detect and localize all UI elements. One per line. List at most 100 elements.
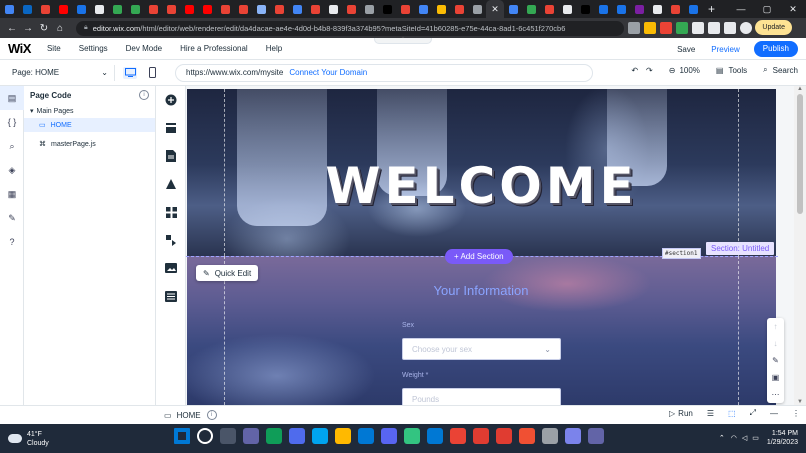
weather-widget[interactable]: 41°F Cloudy: [8, 430, 49, 448]
battery-icon[interactable]: ▭: [752, 434, 759, 442]
move-down-icon[interactable]: ↓: [774, 339, 778, 348]
welcome-heading[interactable]: WELCOME: [187, 157, 776, 215]
browser-tab[interactable]: [306, 0, 324, 18]
quick-edit-button[interactable]: ✎ Quick Edit: [196, 265, 258, 281]
tools-button[interactable]: ▤ Tools: [716, 66, 747, 75]
wifi-icon[interactable]: ◠: [731, 434, 737, 442]
taskbar-app-icon[interactable]: [312, 428, 328, 444]
browser-tab[interactable]: [54, 0, 72, 18]
taskbar-app-icon[interactable]: [473, 428, 489, 444]
code-braces-icon[interactable]: { }: [0, 110, 24, 134]
main-pages-group[interactable]: ▾ Main Pages: [24, 104, 155, 118]
taskbar-app-icon[interactable]: [496, 428, 512, 444]
browser-tab[interactable]: [252, 0, 270, 18]
browser-tab[interactable]: [216, 0, 234, 18]
minimize-panel-icon[interactable]: —: [770, 409, 778, 418]
browser-tab[interactable]: [288, 0, 306, 18]
browser-tab[interactable]: [126, 0, 144, 18]
information-section[interactable]: [187, 256, 776, 405]
hero-section[interactable]: WELCOME: [187, 89, 776, 256]
weight-input[interactable]: Pounds: [402, 388, 561, 405]
pages-menu-icon[interactable]: [156, 142, 186, 170]
browser-tab[interactable]: [684, 0, 702, 18]
home-icon[interactable]: ⌂: [52, 23, 68, 34]
browser-tab[interactable]: [468, 0, 486, 18]
save-button[interactable]: Save: [677, 45, 695, 54]
collapse-toolbar-handle[interactable]: ⌃: [374, 37, 432, 44]
wix-menu-item[interactable]: Dev Mode: [126, 44, 162, 53]
business-tools-icon[interactable]: [156, 226, 186, 254]
share-icon[interactable]: [628, 22, 640, 34]
desktop-view-icon[interactable]: [123, 66, 137, 79]
extension-icon[interactable]: [660, 22, 672, 34]
browser-tab[interactable]: [360, 0, 378, 18]
undo-icon[interactable]: ↶: [631, 66, 638, 75]
taskbar-app-icon[interactable]: [381, 428, 397, 444]
connect-domain-link[interactable]: Connect Your Domain: [289, 68, 367, 77]
close-tab-icon[interactable]: ✕: [491, 4, 499, 15]
wix-logo[interactable]: WiX: [8, 41, 31, 56]
taskbar-app-icon[interactable]: [542, 428, 558, 444]
browser-tab[interactable]: [324, 0, 342, 18]
browser-tab[interactable]: [612, 0, 630, 18]
canvas-scrollbar[interactable]: ▲ ▼: [794, 86, 806, 405]
browser-tab[interactable]: [234, 0, 252, 18]
taskbar-app-icon[interactable]: [519, 428, 535, 444]
browser-tab[interactable]: ✕: [486, 0, 504, 18]
site-design-icon[interactable]: [156, 170, 186, 198]
browser-tab[interactable]: [432, 0, 450, 18]
more-options-icon[interactable]: ⋮: [792, 409, 800, 418]
site-url-field[interactable]: https://www.wix.com/mysite Connect Your …: [175, 63, 593, 82]
edit-icon[interactable]: ✎: [772, 356, 779, 365]
scroll-up-icon[interactable]: ▲: [794, 86, 806, 92]
zoom-control[interactable]: ⊖ 100%: [669, 66, 700, 75]
search-icon[interactable]: [197, 428, 213, 444]
maximize-icon[interactable]: ▢: [754, 0, 780, 18]
browser-tab[interactable]: [558, 0, 576, 18]
add-apps-icon[interactable]: [156, 198, 186, 226]
volume-icon[interactable]: ◁: [742, 434, 747, 442]
windows-start-icon[interactable]: [174, 428, 190, 444]
publish-button[interactable]: Publish: [753, 41, 798, 57]
browser-tab[interactable]: [594, 0, 612, 18]
taskbar-app-icon[interactable]: [588, 428, 604, 444]
page-selector[interactable]: Page: HOME ⌄: [6, 64, 114, 82]
taskbar-app-icon[interactable]: [243, 428, 259, 444]
browser-tab[interactable]: [648, 0, 666, 18]
forward-icon[interactable]: →: [20, 23, 36, 34]
browser-tab[interactable]: [450, 0, 468, 18]
address-bar[interactable]: 🔒︎ editor.wix.com /html/editor/web/rende…: [76, 20, 624, 36]
more-icon[interactable]: ⋯: [772, 390, 780, 399]
layout-icon[interactable]: ▣: [772, 373, 780, 382]
properties-panel-icon[interactable]: ☰: [707, 409, 714, 418]
browser-tab[interactable]: [630, 0, 648, 18]
browser-tab[interactable]: [396, 0, 414, 18]
browser-tab[interactable]: [504, 0, 522, 18]
puzzle-icon[interactable]: [708, 22, 720, 34]
add-elements-icon[interactable]: [156, 86, 186, 114]
new-tab-icon[interactable]: +: [708, 2, 715, 16]
clock[interactable]: 1:54 PM 1/29/2023: [767, 429, 798, 447]
expand-icon[interactable]: ⤢: [750, 408, 756, 418]
master-page-item[interactable]: ⌘ masterPage.js: [24, 137, 155, 151]
browser-tab[interactable]: [108, 0, 126, 18]
taskbar-app-icon[interactable]: [335, 428, 351, 444]
media-icon[interactable]: [156, 254, 186, 282]
taskbar-app-icon[interactable]: [266, 428, 282, 444]
browser-tab[interactable]: [0, 0, 18, 18]
back-icon[interactable]: ←: [4, 23, 20, 34]
browser-tab[interactable]: [666, 0, 684, 18]
close-window-icon[interactable]: ✕: [780, 0, 806, 18]
run-button[interactable]: ▷ Run: [669, 409, 693, 418]
extension-icon[interactable]: [692, 22, 704, 34]
info-icon[interactable]: i: [206, 410, 217, 420]
page-item-home[interactable]: ▭ HOME: [24, 118, 155, 132]
browser-tab[interactable]: [378, 0, 396, 18]
wix-menu-item[interactable]: Help: [266, 44, 282, 53]
browser-tab[interactable]: [162, 0, 180, 18]
section-name-label[interactable]: Section: Untitled: [706, 242, 775, 255]
tray-chevron-icon[interactable]: ⌃: [719, 434, 725, 442]
browser-tab[interactable]: [540, 0, 558, 18]
layers-icon[interactable]: ⬚: [728, 409, 736, 418]
wix-menu-item[interactable]: Hire a Professional: [180, 44, 248, 53]
